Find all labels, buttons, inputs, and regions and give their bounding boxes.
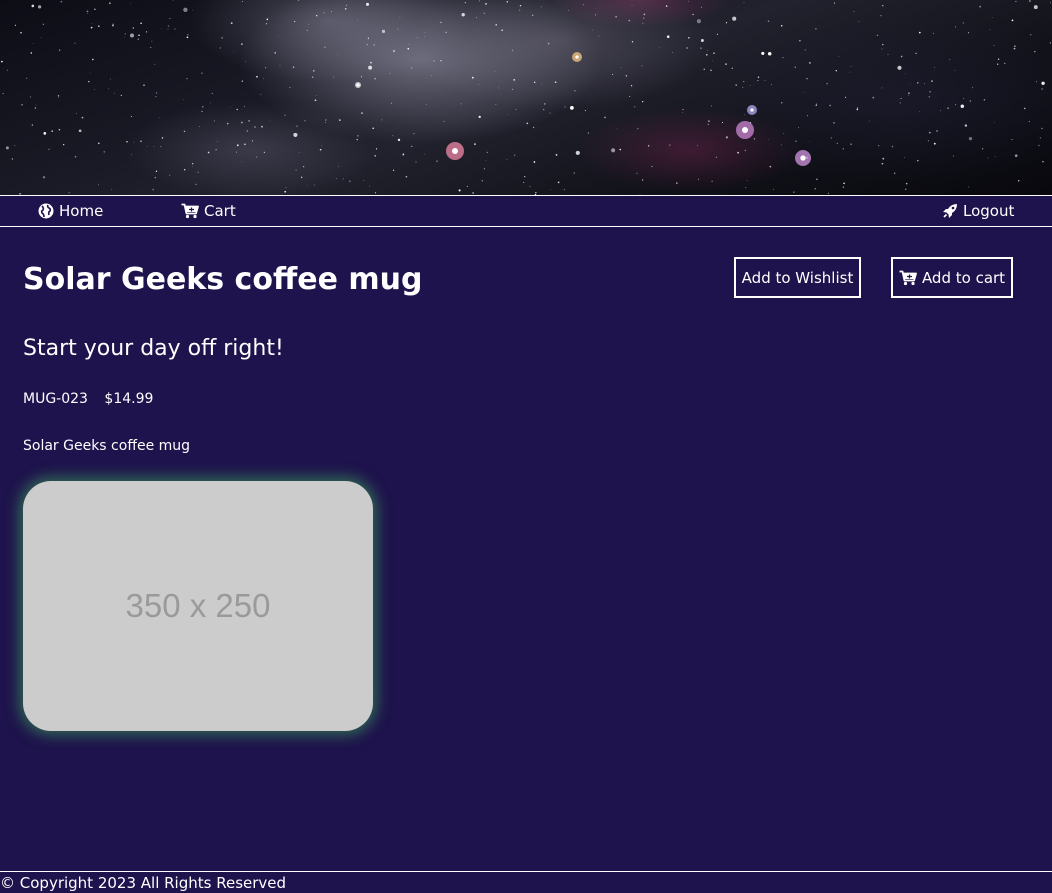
product-price: $14.99: [104, 391, 154, 407]
add-to-cart-label: Add to cart: [921, 268, 1006, 287]
nav-logout-label: Logout: [963, 202, 1015, 220]
nav-home-link[interactable]: Home: [38, 196, 103, 226]
cart-plus-icon: [899, 270, 917, 286]
nav-logout-link[interactable]: Logout: [942, 196, 1014, 226]
product-tagline: Start your day off right!: [23, 336, 284, 361]
header-banner-image: [0, 0, 1052, 195]
rocket-icon: [942, 203, 958, 219]
footer: © Copyright 2023 All Rights Reserved: [0, 871, 1052, 893]
add-to-cart-button[interactable]: Add to cart: [891, 257, 1013, 298]
product-image: 350 x 250: [23, 481, 373, 731]
starfield: [1, 0, 1051, 195]
add-to-wishlist-label: Add to Wishlist: [741, 268, 854, 287]
page: Home Cart Logout Solar Geeks coffee mug …: [0, 0, 1052, 893]
product-description: Solar Geeks coffee mug: [23, 438, 191, 454]
copyright-text: © Copyright 2023 All Rights Reserved: [0, 874, 287, 892]
product-meta: MUG-023 $14.99: [23, 389, 153, 409]
globe-icon: [38, 203, 54, 219]
nav-bar: Home Cart Logout: [0, 195, 1052, 227]
nav-home-label: Home: [59, 202, 104, 220]
nav-cart-link[interactable]: Cart: [181, 196, 236, 226]
product-sku: MUG-023: [23, 391, 88, 407]
product-title: Solar Geeks coffee mug: [23, 262, 423, 297]
add-to-wishlist-button[interactable]: Add to Wishlist: [734, 257, 861, 298]
cart-icon: [181, 203, 199, 219]
image-placeholder-label: 350 x 250: [125, 587, 271, 624]
nav-cart-label: Cart: [204, 202, 236, 220]
